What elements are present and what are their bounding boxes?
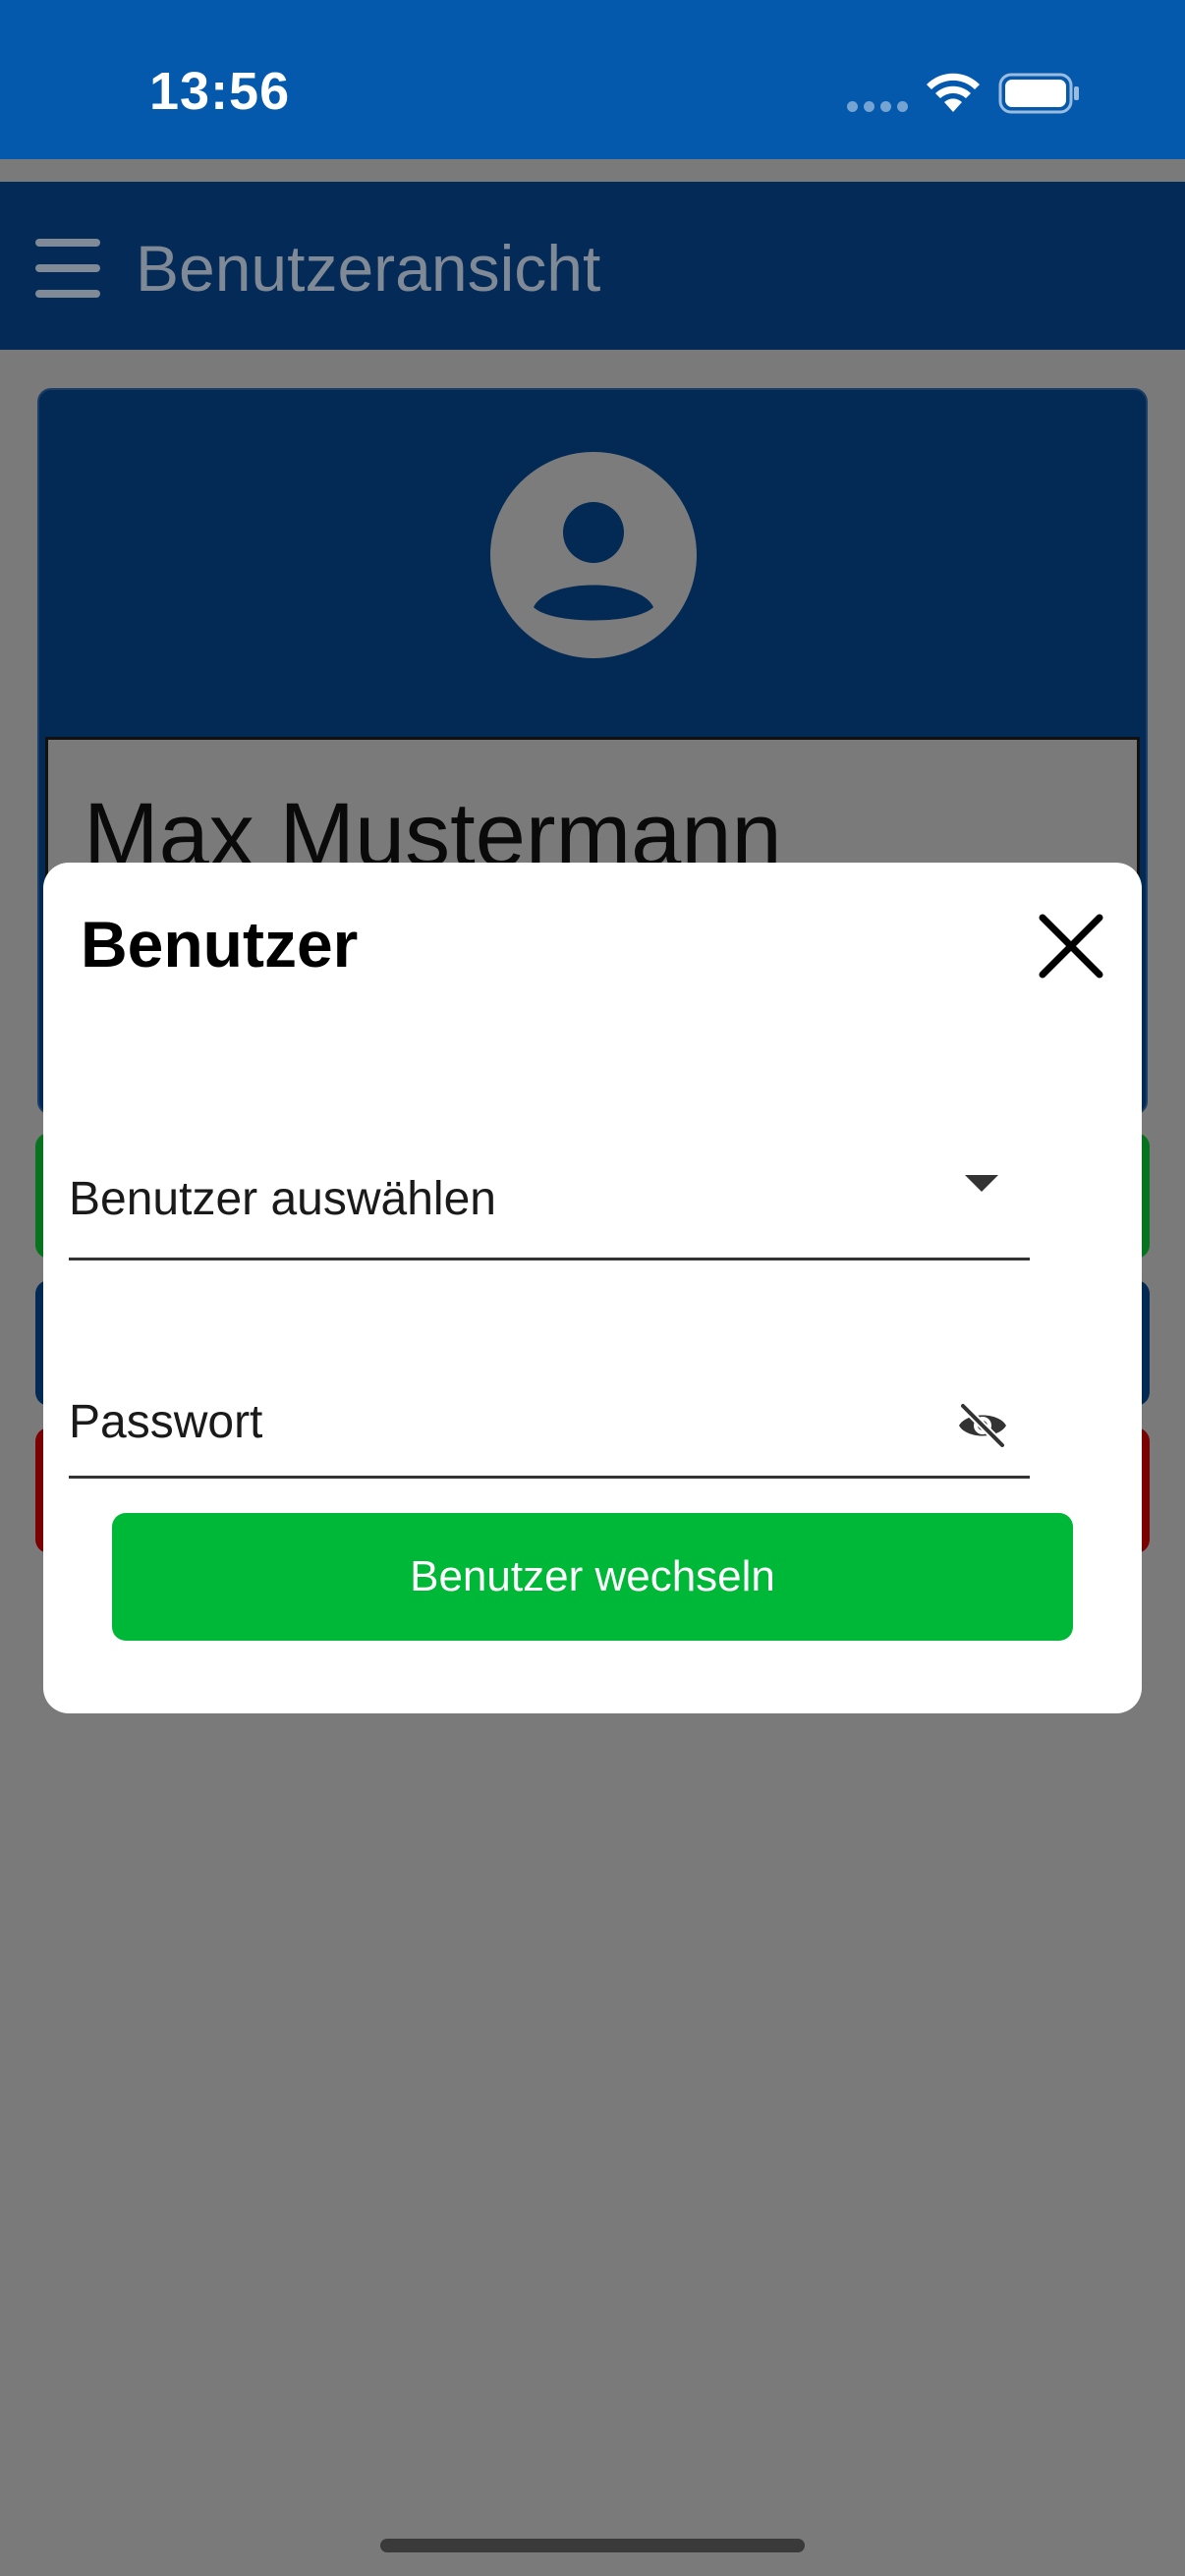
switch-user-button[interactable]: Benutzer wechseln [112,1513,1073,1641]
password-field[interactable] [69,1341,1030,1479]
app-header: Benutzeransicht [0,182,1185,350]
avatar-icon [490,452,697,658]
dropdown-arrow-icon[interactable] [965,1175,998,1192]
password-input[interactable] [69,1387,933,1456]
home-indicator[interactable] [380,2539,805,2552]
page-title: Benutzeransicht [136,232,601,305]
close-icon[interactable] [1037,912,1105,980]
battery-icon [998,73,1079,114]
user-select-value: Benutzer auswählen [69,1173,496,1225]
screen: 13:56 Benutzeransicht Max Mustermann Ben… [0,0,1185,2576]
eye-off-icon[interactable] [955,1402,1010,1449]
dialog-title: Benutzer [81,908,359,980]
menu-icon[interactable] [35,239,100,298]
wifi-icon [927,73,980,112]
cellular-signal-icon [847,101,908,113]
status-bar: 13:56 [0,0,1185,159]
user-select-dropdown[interactable]: Benutzer auswählen [69,1123,1030,1260]
status-time: 13:56 [149,62,291,121]
